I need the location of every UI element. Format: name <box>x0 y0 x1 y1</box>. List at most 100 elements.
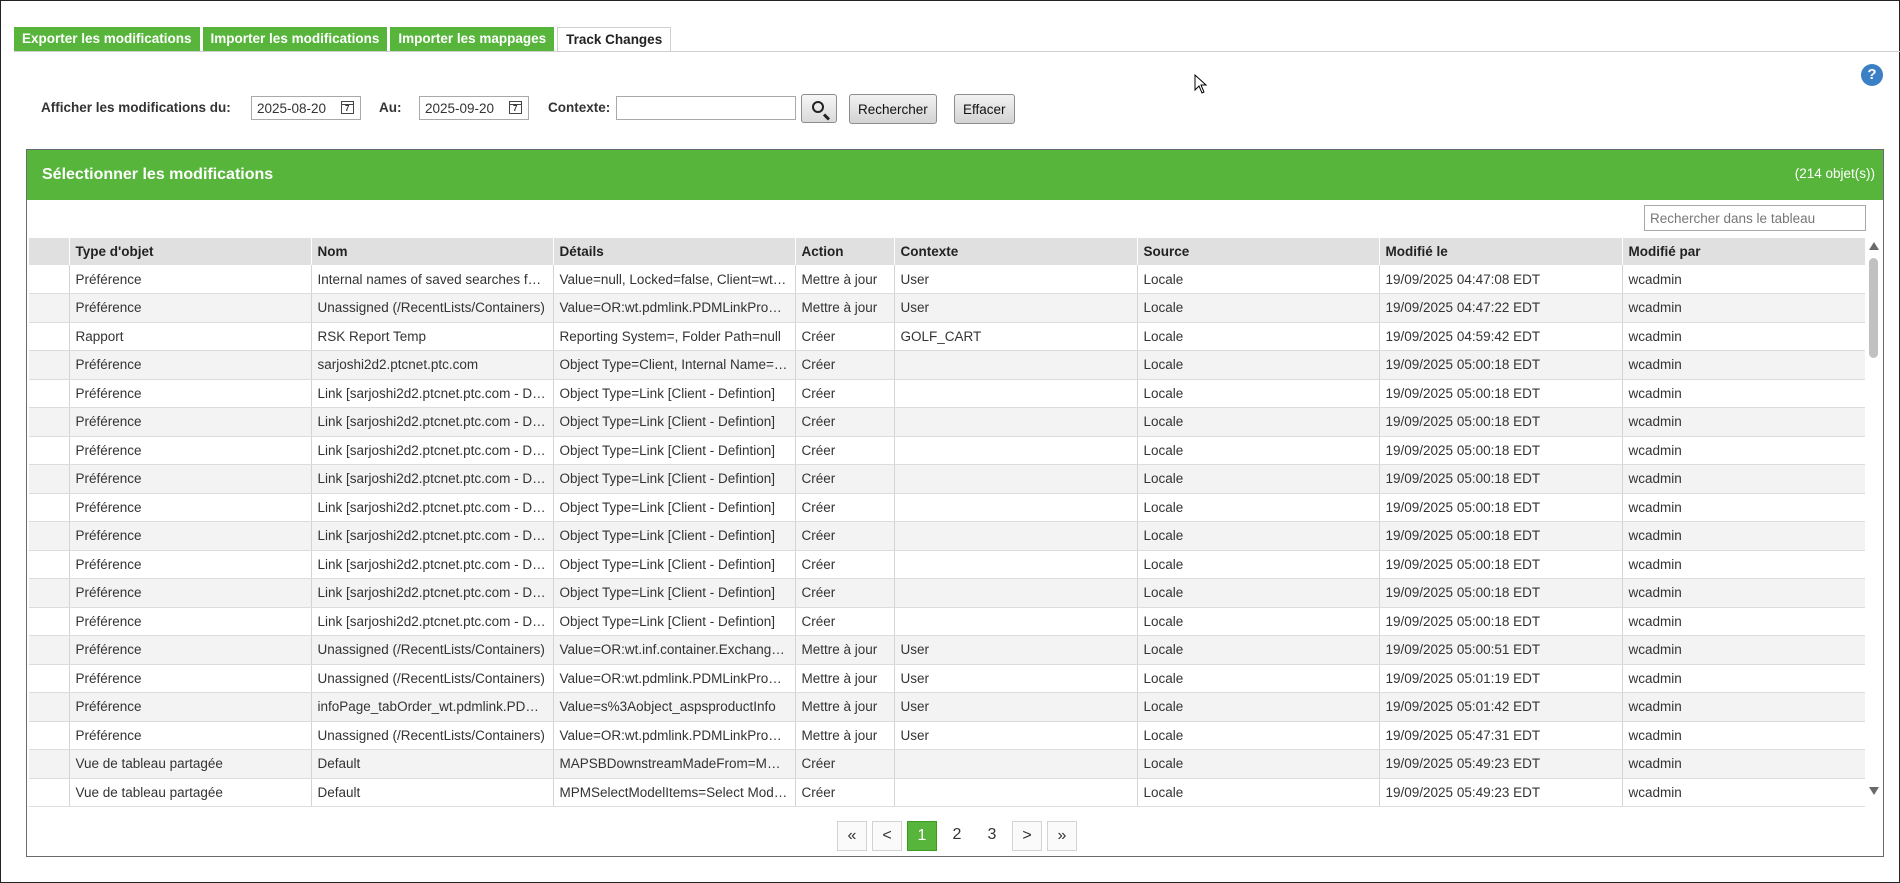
context-search-button[interactable] <box>801 94 837 123</box>
table-row[interactable]: Préférence Link [sarjoshi2d2.ptcnet.ptc.c… <box>29 407 1865 437</box>
cell-action: Créer <box>794 550 894 579</box>
help-icon[interactable]: ? <box>1861 64 1883 86</box>
row-select-cell[interactable] <box>29 721 69 750</box>
row-select-cell[interactable] <box>29 778 69 807</box>
cell-modified-on: 19/09/2025 05:00:18 EDT <box>1378 550 1622 579</box>
context-input[interactable] <box>616 96 796 120</box>
column-header-details[interactable]: Détails <box>552 238 795 265</box>
cell-source: Locale <box>1136 749 1379 779</box>
column-header-modified-by[interactable]: Modifié par <box>1621 238 1865 265</box>
calendar-icon[interactable]: 7 <box>341 101 354 114</box>
clear-button[interactable]: Effacer <box>954 94 1015 124</box>
row-select-cell[interactable] <box>29 350 69 380</box>
filter-bar: Afficher les modifications du: 2025-08-2… <box>0 94 1900 126</box>
next-page-button[interactable]: > <box>1012 821 1042 851</box>
row-select-cell[interactable] <box>29 521 69 551</box>
table-row[interactable]: Préférence Link [sarjoshi2d2.ptcnet.ptc.c… <box>29 464 1865 494</box>
cell-object-type: Préférence <box>68 521 311 551</box>
row-select-cell[interactable] <box>29 436 69 465</box>
table-row[interactable]: Préférence Link [sarjoshi2d2.ptcnet.ptc.c… <box>29 578 1865 608</box>
cell-context <box>893 407 1137 437</box>
cell-object-type: Vue de tableau partagée <box>68 778 311 807</box>
from-date-field[interactable]: 2025-08-20 7 <box>251 96 361 120</box>
table-row[interactable]: Préférence Internal names of saved search… <box>29 265 1865 294</box>
to-date-value: 2025-09-20 <box>425 101 495 116</box>
row-select-cell[interactable] <box>29 407 69 437</box>
vertical-scrollbar[interactable] <box>1867 238 1881 801</box>
table-search-input[interactable] <box>1644 205 1866 231</box>
changes-table: Type d'objet Nom Détails Action Contexte Sour… <box>29 238 1865 807</box>
cell-details: Value=OR:wt.pdmlink.PDMLinkProduct <box>552 721 795 750</box>
column-header-select[interactable] <box>29 238 69 265</box>
row-select-cell[interactable] <box>29 749 69 779</box>
cell-object-type: Préférence <box>68 578 311 608</box>
row-select-cell[interactable] <box>29 464 69 494</box>
table-row[interactable]: Préférence Unassigned (/RecentLists/Conta… <box>29 721 1865 750</box>
column-header-context[interactable]: Contexte <box>893 238 1137 265</box>
table-row[interactable]: Rapport RSK Report Temp Reporting System=,… <box>29 322 1865 351</box>
calendar-icon[interactable]: 7 <box>509 101 522 114</box>
table-row[interactable]: Préférence Link [sarjoshi2d2.ptcnet.ptc.c… <box>29 607 1865 636</box>
scroll-up-icon[interactable] <box>1869 242 1879 250</box>
row-select-cell[interactable] <box>29 265 69 294</box>
table-row[interactable]: Préférence Unassigned (/RecentLists/Conta… <box>29 664 1865 693</box>
table-row[interactable]: Préférence sarjoshi2d2.ptcnet.ptc.com Obje… <box>29 350 1865 380</box>
cell-object-type: Préférence <box>68 436 311 465</box>
row-select-cell[interactable] <box>29 635 69 665</box>
column-header-modified-on[interactable]: Modifié le <box>1378 238 1622 265</box>
cell-modified-by: wcadmin <box>1621 607 1865 636</box>
cell-context: User <box>893 664 1137 693</box>
row-select-cell[interactable] <box>29 607 69 636</box>
prev-page-button[interactable]: < <box>872 821 902 851</box>
to-date-field[interactable]: 2025-09-20 7 <box>419 96 529 120</box>
table-body: Préférence Internal names of saved search… <box>29 265 1865 807</box>
cell-object-type: Préférence <box>68 607 311 636</box>
cell-action: Créer <box>794 407 894 437</box>
cell-context: User <box>893 635 1137 665</box>
table-row[interactable]: Préférence Link [sarjoshi2d2.ptcnet.ptc.c… <box>29 493 1865 522</box>
row-select-cell[interactable] <box>29 578 69 608</box>
column-header-name[interactable]: Nom <box>310 238 553 265</box>
cell-action: Créer <box>794 464 894 494</box>
table-row[interactable]: Préférence Link [sarjoshi2d2.ptcnet.ptc.c… <box>29 379 1865 408</box>
cell-name: Link [sarjoshi2d2.ptcnet.ptc.com - Defin… <box>310 379 553 408</box>
table-row[interactable]: Vue de tableau partagée Default MPMSelectM… <box>29 778 1865 807</box>
row-select-cell[interactable] <box>29 293 69 323</box>
column-header-object-type[interactable]: Type d'objet <box>68 238 311 265</box>
page-2-button[interactable]: 2 <box>942 821 972 851</box>
last-page-button[interactable]: » <box>1047 821 1077 851</box>
scroll-down-icon[interactable] <box>1869 787 1879 795</box>
row-select-cell[interactable] <box>29 550 69 579</box>
cell-modified-on: 19/09/2025 04:47:08 EDT <box>1378 265 1622 294</box>
table-row[interactable]: Préférence Link [sarjoshi2d2.ptcnet.ptc.c… <box>29 521 1865 551</box>
tab-import-mappings[interactable]: Importer les mappages <box>390 27 555 51</box>
cell-modified-on: 19/09/2025 05:49:23 EDT <box>1378 749 1622 779</box>
scroll-thumb[interactable] <box>1869 258 1878 358</box>
table-row[interactable]: Préférence Link [sarjoshi2d2.ptcnet.ptc.c… <box>29 550 1865 579</box>
tab-export-changes[interactable]: Exporter les modifications <box>14 27 200 51</box>
first-page-button[interactable]: « <box>837 821 867 851</box>
table-row[interactable]: Préférence Unassigned (/RecentLists/Conta… <box>29 293 1865 323</box>
table-row[interactable]: Vue de tableau partagée Default MAPSBDowns… <box>29 749 1865 779</box>
search-button[interactable]: Rechercher <box>849 94 937 124</box>
tab-track-changes[interactable]: Track Changes <box>557 27 672 51</box>
row-select-cell[interactable] <box>29 692 69 722</box>
column-header-source[interactable]: Source <box>1136 238 1379 265</box>
row-select-cell[interactable] <box>29 379 69 408</box>
cell-details: Object Type=Link [Client - Defintion] <box>552 550 795 579</box>
page-3-button[interactable]: 3 <box>977 821 1007 851</box>
table-row[interactable]: Préférence Link [sarjoshi2d2.ptcnet.ptc.c… <box>29 436 1865 465</box>
table-row[interactable]: Préférence Unassigned (/RecentLists/Conta… <box>29 635 1865 665</box>
cell-context <box>893 436 1137 465</box>
column-header-action[interactable]: Action <box>794 238 894 265</box>
row-select-cell[interactable] <box>29 493 69 522</box>
cell-modified-on: 19/09/2025 05:01:42 EDT <box>1378 692 1622 722</box>
row-select-cell[interactable] <box>29 322 69 351</box>
row-select-cell[interactable] <box>29 664 69 693</box>
tab-import-changes[interactable]: Importer les modifications <box>202 27 388 51</box>
page-1-button[interactable]: 1 <box>907 821 937 851</box>
cell-modified-on: 19/09/2025 05:49:23 EDT <box>1378 778 1622 807</box>
table-row[interactable]: Préférence infoPage_tabOrder_wt.pdmlink.P… <box>29 692 1865 722</box>
cell-object-type: Préférence <box>68 635 311 665</box>
cell-details: Object Type=Link [Client - Defintion] <box>552 436 795 465</box>
